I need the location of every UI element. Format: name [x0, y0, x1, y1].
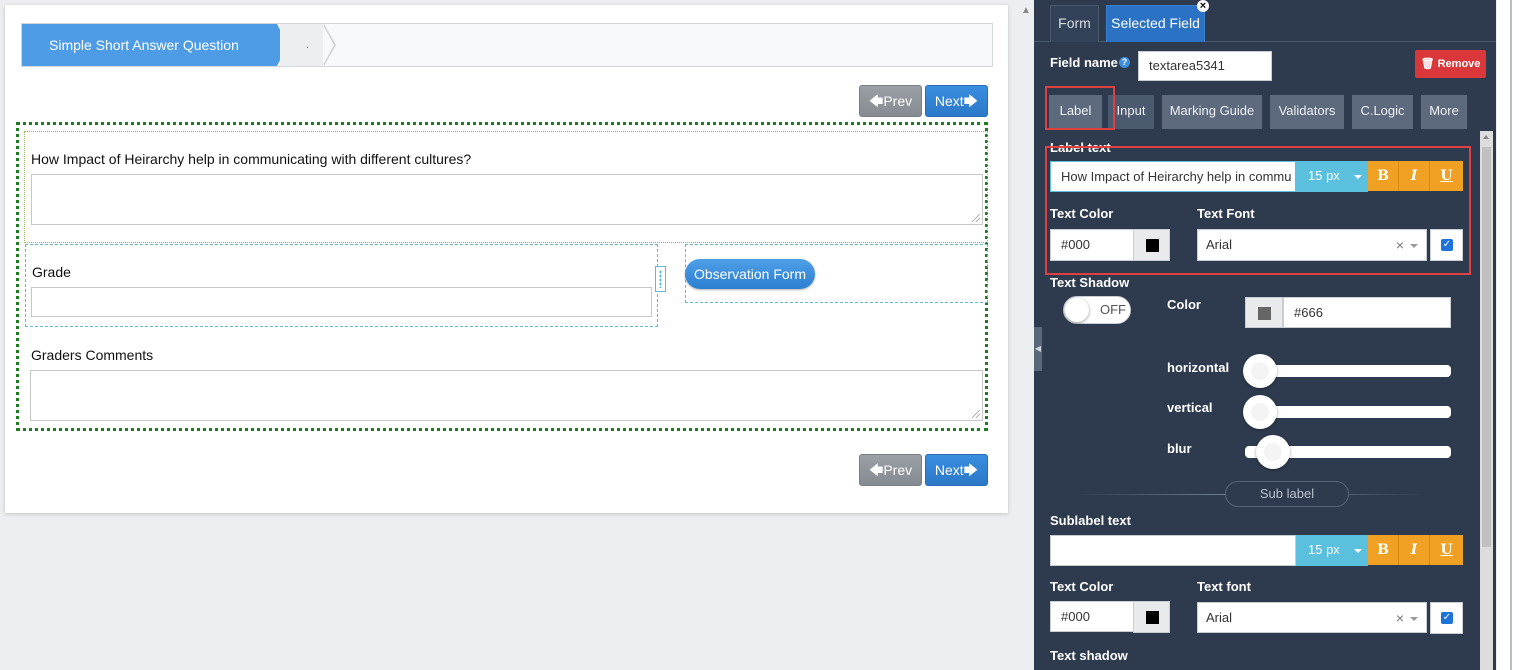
- close-icon[interactable]: ×: [1197, 0, 1209, 12]
- question-label: How Impact of Heirarchy help in communic…: [31, 151, 472, 167]
- tab-selected-field[interactable]: Selected Field: [1106, 5, 1205, 42]
- next-button[interactable]: Next🡆: [925, 85, 988, 117]
- scroll-up-icon[interactable]: [1483, 135, 1489, 139]
- panel-tabs: Form Selected Field: [1034, 0, 1496, 42]
- arrow-right-icon: 🡆: [963, 462, 979, 478]
- arrow-left-icon: 🡄: [868, 462, 884, 478]
- sublabel-color-picker-button[interactable]: [1133, 601, 1170, 633]
- highlight-frame: [1045, 86, 1115, 130]
- resize-grip-icon[interactable]: [972, 410, 980, 418]
- sublabel-text-font-label: Text font: [1197, 579, 1251, 594]
- blur-label: blur: [1167, 441, 1192, 456]
- remove-button[interactable]: 🗑 Remove: [1415, 50, 1486, 78]
- sublabel-text-font-select[interactable]: Arial ×: [1197, 602, 1427, 633]
- color-swatch: [1146, 611, 1159, 624]
- resize-grip-icon[interactable]: [972, 214, 980, 222]
- checkmark-icon: ✓: [1441, 612, 1453, 624]
- field-name-label: Field name: [1050, 55, 1118, 70]
- arrow-left-icon: 🡄: [868, 93, 884, 109]
- wizard-step-next[interactable]: .: [280, 24, 335, 66]
- sublabel-bold-button[interactable]: B: [1368, 535, 1399, 565]
- clear-icon[interactable]: ×: [1396, 603, 1404, 633]
- prev-button-bottom[interactable]: 🡄Prev: [859, 454, 922, 486]
- shadow-color-label: Color: [1167, 297, 1201, 312]
- comments-textarea[interactable]: [30, 370, 983, 421]
- observation-form-button[interactable]: Observation Form: [685, 259, 815, 289]
- next-button-bottom[interactable]: Next🡆: [925, 454, 988, 486]
- vertical-label: vertical: [1167, 400, 1213, 415]
- question-answer-textarea[interactable]: [31, 174, 983, 225]
- scrollbar-thumb[interactable]: [1482, 147, 1491, 547]
- tab-form[interactable]: Form: [1050, 5, 1099, 42]
- sublabel-font-size-select[interactable]: 15 px: [1296, 535, 1368, 566]
- sublabel-text-color-input[interactable]: #000: [1050, 601, 1134, 632]
- wizard-steps: Simple Short Answer Question .: [21, 23, 993, 67]
- tab-more[interactable]: More: [1421, 95, 1467, 129]
- column-resize-handle[interactable]: [655, 266, 666, 292]
- toggle-knob: [1065, 298, 1089, 322]
- wizard-step-label: .: [306, 39, 310, 51]
- collapse-panel-icon[interactable]: ◀: [1034, 327, 1042, 371]
- tab-marking-guide[interactable]: Marking Guide: [1162, 95, 1262, 129]
- wizard-step-active[interactable]: Simple Short Answer Question: [22, 24, 288, 66]
- highlight-frame-label-settings: [1045, 146, 1471, 275]
- grade-input[interactable]: [31, 287, 652, 317]
- shadow-toggle[interactable]: OFF: [1063, 296, 1131, 324]
- horizontal-label: horizontal: [1167, 360, 1230, 375]
- grade-label: Grade: [32, 264, 71, 280]
- sublabel-text-input[interactable]: [1050, 535, 1296, 566]
- field-name-input[interactable]: textarea5341: [1138, 51, 1272, 81]
- comments-label: Graders Comments: [31, 347, 154, 363]
- vertical-slider-handle[interactable]: [1243, 395, 1277, 429]
- trash-icon: 🗑: [1420, 58, 1435, 70]
- page-scrollbar[interactable]: [1497, 0, 1519, 670]
- help-icon[interactable]: ?: [1119, 57, 1130, 68]
- chevron-down-icon: [1354, 549, 1362, 553]
- sublabel-text-shadow-heading: Text shadow: [1050, 648, 1128, 663]
- sublabel-underline-button[interactable]: U: [1430, 535, 1463, 565]
- sublabel-font-checkbox[interactable]: ✓: [1430, 602, 1463, 634]
- sub-label-divider: Sub label: [1225, 481, 1349, 507]
- sublabel-text-color-label: Text Color: [1050, 579, 1114, 594]
- sublabel-italic-button[interactable]: I: [1399, 535, 1430, 565]
- wizard-separator: [323, 24, 336, 66]
- sublabel-text-heading: Sublabel text: [1050, 513, 1131, 528]
- chevron-down-icon: [1410, 617, 1418, 621]
- arrow-right-icon: 🡆: [963, 93, 979, 109]
- color-swatch: [1258, 307, 1271, 320]
- shadow-color-picker[interactable]: [1245, 297, 1283, 328]
- scroll-up-icon[interactable]: ▲: [1021, 5, 1031, 16]
- horizontal-slider-handle[interactable]: [1243, 354, 1277, 388]
- blur-slider-handle[interactable]: [1256, 435, 1290, 469]
- tab-validators[interactable]: Validators: [1270, 95, 1344, 129]
- panel-scrollbar[interactable]: [1480, 131, 1493, 670]
- prev-button[interactable]: 🡄Prev: [859, 85, 922, 117]
- wizard-step-label: Simple Short Answer Question: [49, 37, 239, 53]
- shadow-color-input[interactable]: #666: [1283, 297, 1451, 328]
- tab-conditional-logic[interactable]: C.Logic: [1352, 95, 1413, 129]
- text-shadow-heading: Text Shadow: [1050, 275, 1130, 290]
